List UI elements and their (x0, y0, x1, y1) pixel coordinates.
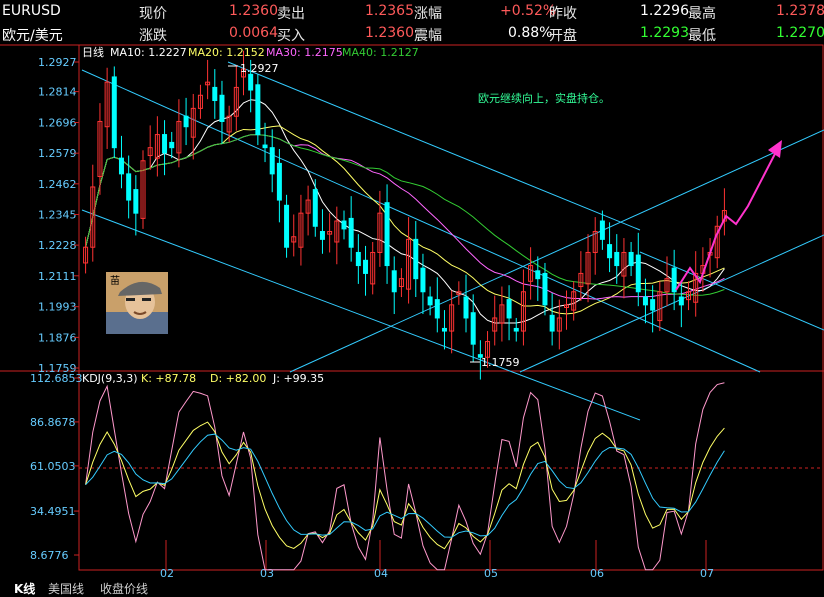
candle-body (284, 204, 290, 248)
price-tick-label: 1.2111 (38, 270, 77, 283)
candle-body (642, 296, 648, 306)
channel-line (227, 61, 641, 231)
kdj-y-axis: 112.685386.867861.050334.49518.6776 (30, 372, 83, 562)
candle-body (219, 94, 225, 122)
kdj-tick-label: 34.4951 (30, 505, 76, 518)
candle-body (441, 327, 447, 332)
candle-body (535, 270, 541, 280)
candle-body (363, 259, 369, 274)
candle-body (319, 231, 325, 240)
candle-body (355, 251, 361, 267)
candle-body (276, 162, 282, 201)
candle-body (678, 296, 684, 306)
candle-body (111, 76, 117, 149)
ma20-line (85, 125, 725, 315)
time-x-axis: 02 03 04 05 06 07 (160, 540, 714, 580)
candle-body (420, 267, 426, 293)
kdj-tick-label: 61.0503 (30, 460, 76, 473)
price-tick-label: 1.1876 (38, 331, 77, 344)
price-tick-label: 1.1993 (38, 301, 77, 314)
candle-body (549, 314, 555, 332)
avatar-caption: 苗 (110, 275, 120, 287)
tab-close-line[interactable]: 收盘价线 (100, 580, 148, 597)
candle-body (427, 296, 433, 306)
candle-body (599, 220, 605, 240)
candle-body (671, 267, 677, 293)
kdj-j-line (85, 382, 725, 571)
moving-average-lines (85, 99, 725, 324)
channel-line (519, 234, 824, 373)
period-label: 日线 (82, 45, 104, 59)
candle-body (650, 299, 656, 311)
candle-body (542, 272, 548, 306)
candle-body (391, 270, 397, 293)
candle-body (470, 312, 476, 345)
candle-body (434, 299, 440, 319)
ma10-legend: MA10: 1.2227 (110, 46, 187, 59)
kdj-j-value: J: +99.35 (272, 372, 324, 385)
kdj-d-line (85, 433, 725, 538)
channel-line (81, 69, 761, 373)
candle-body (183, 115, 189, 128)
candle-body (118, 157, 124, 175)
price-tick-label: 1.2228 (38, 239, 77, 252)
kdj-d-value: D: +82.00 (210, 372, 266, 385)
ma20-legend: MA20: 1.2152 (188, 46, 265, 59)
forecast-path (675, 147, 779, 291)
candle-body (413, 238, 419, 280)
ma30-legend: MA30: 1.2175 (266, 46, 343, 59)
price-tick-label: 1.2696 (38, 117, 77, 130)
candle-body (513, 327, 519, 332)
ma40-legend: MA40: 1.2127 (342, 46, 419, 59)
ma40-line (85, 134, 725, 296)
trade-annotation: 欧元继续向上，实盘持仓。 (478, 91, 610, 105)
candle-body (628, 251, 634, 267)
candle-body (348, 217, 354, 248)
candle-body (255, 84, 261, 136)
low-marker-label: 1.1759 (481, 356, 520, 369)
candle-body (169, 141, 175, 149)
tab-kline[interactable]: K线 (14, 580, 35, 597)
kdj-title: KDJ(9,3,3) (82, 372, 138, 385)
candle-body (262, 144, 268, 149)
chart-type-tabs: K线 美国线 收盘价线 (0, 578, 824, 597)
candle-body (341, 220, 347, 230)
candle-body (126, 173, 132, 201)
price-tick-label: 1.2814 (38, 86, 77, 99)
price-tick-label: 1.2462 (38, 178, 77, 191)
ma10-line (85, 99, 725, 324)
candle-body (384, 202, 390, 267)
channel-line (289, 129, 824, 373)
candle-body (635, 254, 641, 293)
price-tick-label: 1.2927 (38, 56, 77, 69)
candle-body (312, 189, 318, 227)
candlesticks (83, 50, 727, 380)
price-y-axis: 1.2927 1.2814 1.2696 1.2579 1.2462 1.2345 1.22… (38, 56, 79, 375)
candle-body (506, 299, 512, 319)
kdj-k-line (85, 421, 725, 550)
trader-avatar: 苗 (106, 272, 168, 334)
candle-body (614, 251, 620, 267)
candle-body (248, 73, 254, 91)
chart-frame (78, 44, 824, 571)
channel-line (639, 251, 824, 331)
candle-body (269, 147, 275, 175)
candle-body (133, 189, 139, 214)
kdj-tick-label: 86.8678 (30, 416, 76, 429)
kdj-k-value: K: +87.78 (141, 372, 196, 385)
candle-body (162, 134, 168, 154)
price-tick-label: 1.2579 (38, 147, 77, 160)
price-tick-label: 1.2345 (38, 208, 77, 221)
kdj-tick-label: 8.6776 (30, 549, 69, 562)
candle-body (212, 86, 218, 102)
high-marker-label: 1.2927 (240, 62, 279, 75)
candle-body (607, 244, 613, 259)
tab-us-bar[interactable]: 美国线 (48, 580, 84, 597)
kdj-lines (85, 382, 725, 571)
forecast-arrow (675, 140, 782, 291)
candle-body (463, 296, 469, 319)
